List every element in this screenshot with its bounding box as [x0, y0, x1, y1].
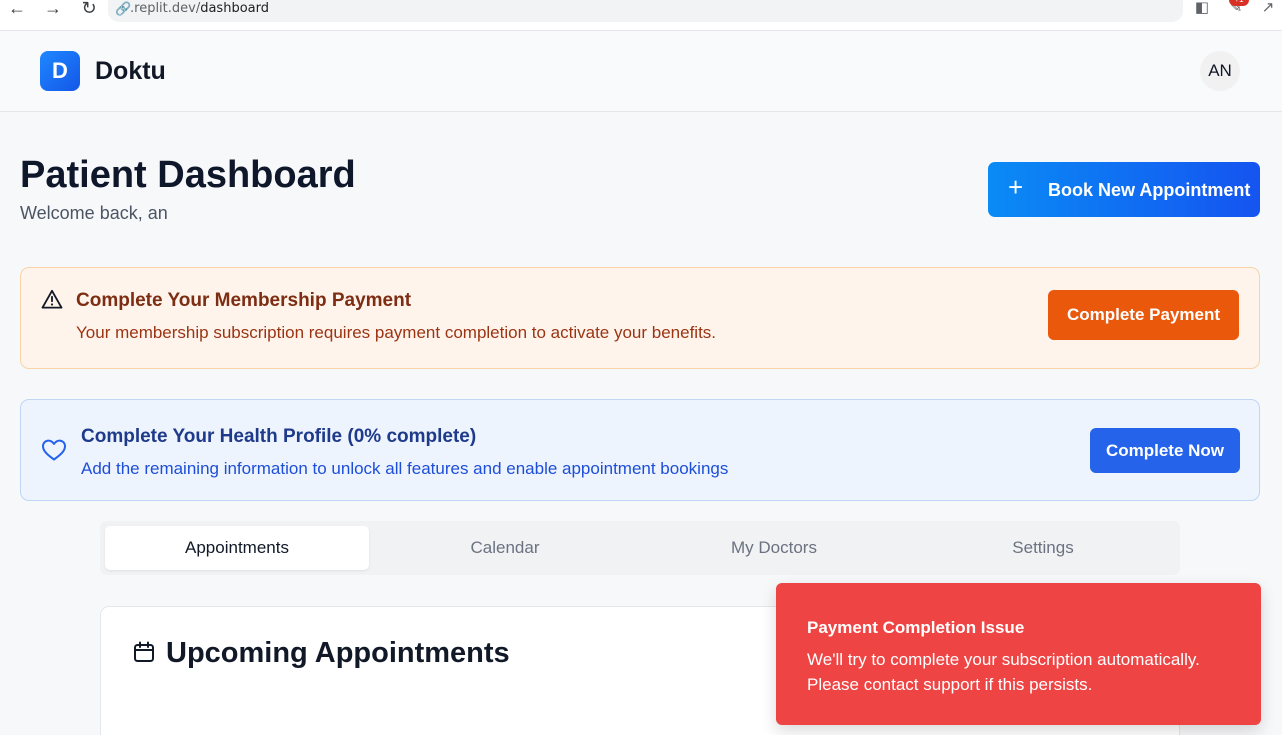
dashboard-tabs: Appointments Calendar My Doctors Setting…	[100, 521, 1180, 575]
book-appointment-label: Book New Appointment	[1048, 180, 1251, 200]
toast-title: Payment Completion Issue	[807, 618, 1025, 637]
health-profile-description: Add the remaining information to unlock …	[81, 459, 729, 478]
toast-message: We'll try to complete your subscription …	[807, 650, 1200, 694]
payment-alert: Complete Your Membership Payment Your me…	[20, 267, 1260, 369]
tab-calendar[interactable]: Calendar	[373, 526, 637, 570]
url-prefix: .replit.dev/	[130, 1, 201, 16]
complete-payment-button[interactable]: Complete Payment	[1048, 290, 1239, 340]
plus-icon: +	[1008, 172, 1024, 202]
payment-alert-title: Complete Your Membership Payment	[76, 290, 412, 311]
complete-now-button[interactable]: Complete Now	[1090, 428, 1240, 473]
forward-arrow-icon[interactable]: →	[42, 0, 64, 18]
heart-icon	[42, 439, 66, 461]
tab-settings[interactable]: Settings	[911, 526, 1175, 570]
link-icon: 🔗	[115, 1, 132, 16]
tab-my-doctors[interactable]: My Doctors	[642, 526, 906, 570]
logo-icon[interactable]: D	[40, 51, 80, 91]
upcoming-appointments-title: Upcoming Appointments	[166, 637, 510, 669]
health-profile-alert: Complete Your Health Profile (0% complet…	[20, 399, 1260, 501]
payment-alert-description: Your membership subscription requires pa…	[76, 323, 717, 342]
calendar-icon	[134, 641, 154, 662]
open-external-icon[interactable]: ↗	[1258, 0, 1278, 18]
app-name[interactable]: Doktu	[95, 57, 166, 86]
back-arrow-icon[interactable]: ←	[6, 0, 28, 18]
cast-icon[interactable]: ◧	[1192, 0, 1212, 18]
avatar[interactable]: AN	[1200, 51, 1240, 91]
reload-icon[interactable]: ↻	[78, 0, 100, 18]
warning-triangle-icon	[41, 289, 63, 309]
browser-toolbar: ← → ↻ 🔗 .replit.dev/dashboard ◧ ✎ +1 ↗	[0, 0, 1282, 31]
extension-badge: +1	[1229, 0, 1249, 6]
page-title: Patient Dashboard	[20, 154, 356, 196]
tab-appointments[interactable]: Appointments	[105, 526, 369, 570]
url-path: dashboard	[200, 1, 269, 16]
url-text: .replit.dev/dashboard	[130, 1, 269, 16]
address-bar[interactable]: 🔗 .replit.dev/dashboard	[108, 0, 1183, 22]
app-header: D Doktu AN	[0, 31, 1282, 112]
book-appointment-button[interactable]: + Book New Appointment	[988, 162, 1260, 217]
health-profile-title: Complete Your Health Profile (0% complet…	[81, 426, 477, 447]
welcome-text: Welcome back, an	[20, 203, 168, 223]
error-toast[interactable]: Payment Completion Issue We'll try to co…	[776, 583, 1261, 725]
